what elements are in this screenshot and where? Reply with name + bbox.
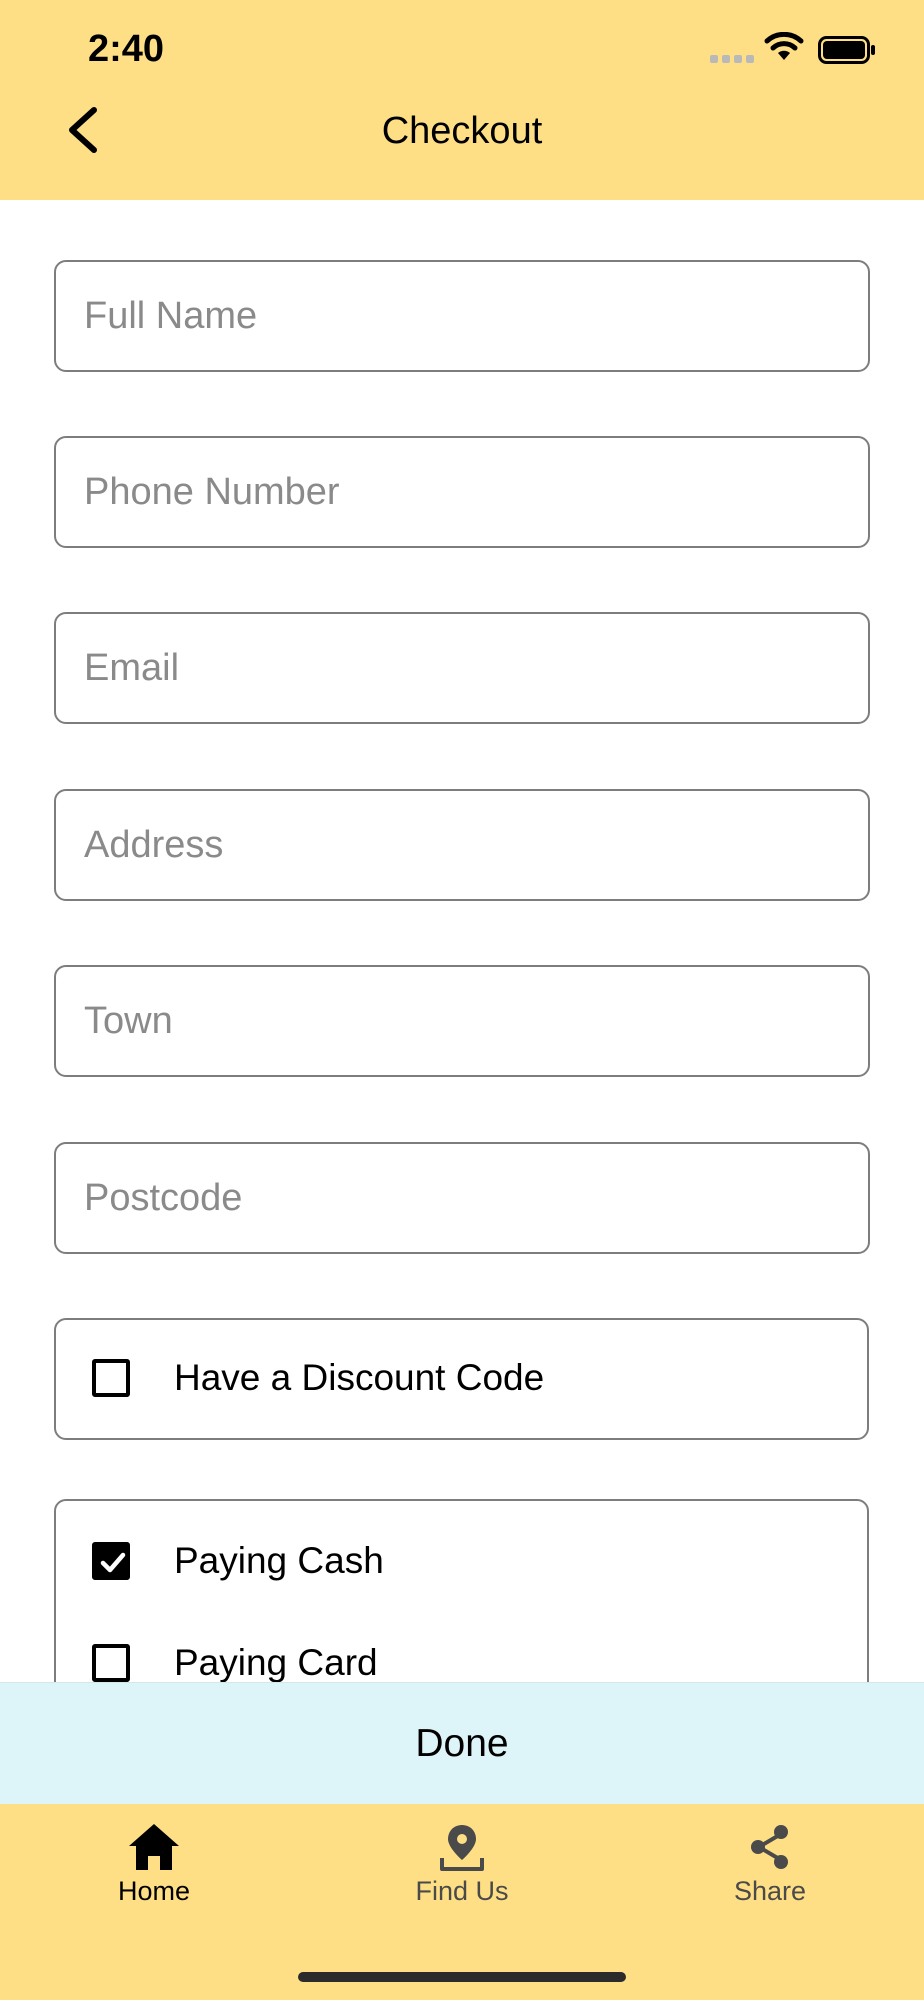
address-input[interactable] (56, 791, 868, 899)
share-icon (751, 1825, 788, 1869)
discount-checkbox-row[interactable]: Have a Discount Code (92, 1348, 544, 1408)
paying-cash-row[interactable]: Paying Cash (92, 1531, 384, 1591)
tab-find-us[interactable]: Find Us (312, 1822, 612, 1932)
checkmark-icon (100, 1552, 126, 1573)
email-field[interactable] (54, 612, 870, 724)
done-button-label: Done (415, 1722, 509, 1765)
tab-share-label: Share (733, 1876, 807, 1906)
phone-number-field[interactable] (54, 436, 870, 548)
paying-cash-checkbox[interactable] (92, 1542, 130, 1580)
page-title: Checkout (381, 110, 543, 152)
cellular-signal-icon (710, 55, 754, 65)
tab-bar: Home Find Us Share (0, 1804, 924, 2000)
tab-find-us-label: Find Us (415, 1876, 509, 1906)
paying-cash-label: Paying Cash (174, 1540, 384, 1581)
postcode-field[interactable] (54, 1142, 870, 1254)
address-field[interactable] (54, 789, 870, 901)
status-time: 2:40 (88, 28, 165, 70)
wifi-icon (764, 32, 804, 60)
phone-number-input[interactable] (56, 438, 868, 546)
town-field[interactable] (54, 965, 870, 1077)
paying-card-checkbox[interactable] (92, 1644, 130, 1682)
tab-home-label: Home (117, 1876, 191, 1906)
postcode-input[interactable] (56, 1144, 868, 1252)
home-icon (129, 1824, 179, 1870)
map-pin-icon (440, 1825, 484, 1871)
tab-share[interactable]: Share (620, 1822, 920, 1932)
home-indicator (298, 1972, 626, 1982)
town-input[interactable] (56, 967, 868, 1075)
discount-card: Have a Discount Code (54, 1318, 869, 1440)
paying-card-label: Paying Card (174, 1642, 378, 1683)
done-button[interactable]: Done (0, 1682, 924, 1805)
email-input[interactable] (56, 614, 868, 722)
tab-home[interactable]: Home (4, 1822, 304, 1932)
full-name-field[interactable] (54, 260, 870, 372)
battery-icon (818, 36, 875, 64)
discount-label: Have a Discount Code (174, 1357, 545, 1398)
discount-checkbox[interactable] (92, 1359, 130, 1397)
full-name-input[interactable] (56, 262, 868, 370)
app-header: 2:40 Checkout (0, 0, 924, 200)
